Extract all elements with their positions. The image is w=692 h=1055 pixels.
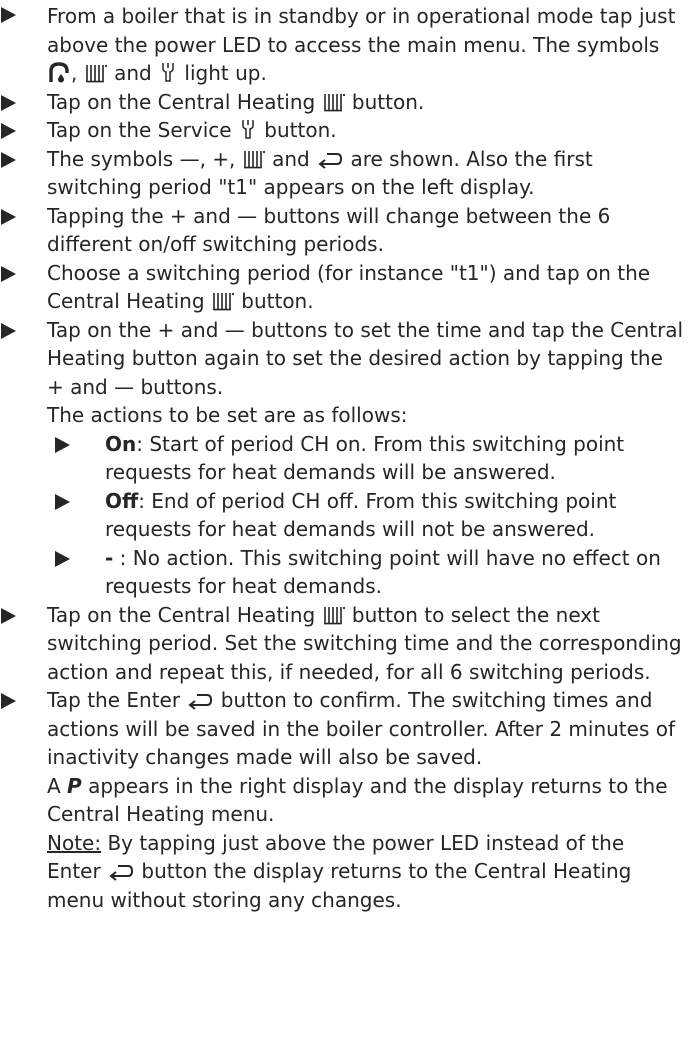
step-text: and: [63, 374, 115, 399]
bullet-arrow-icon: [55, 493, 70, 510]
step-text: button.: [345, 89, 425, 114]
instruction-steps: From a boiler that is in standby or in o…: [0, 0, 684, 914]
bullet-arrow-icon: [55, 550, 70, 567]
action-label: On: [105, 431, 137, 456]
action-text: : No action. This switching point will h…: [105, 545, 661, 599]
list-item: From a boiler that is in standby or in o…: [0, 0, 684, 88]
service-wrench-icon: [159, 61, 177, 83]
list-item: Tap on the Central Heating button to sel…: [0, 601, 684, 687]
list-item: Tap on the + and — buttons to set the ti…: [0, 316, 684, 601]
step-text: Tapping the: [47, 203, 171, 228]
plus-symbol: +: [212, 146, 230, 171]
list-item: Tap on the Central Heating button.: [0, 88, 684, 117]
actions-intro: The actions to be set are as follows:: [47, 403, 408, 427]
bullet-arrow-icon: [1, 94, 16, 111]
central-heating-icon: [323, 92, 345, 112]
note-text: button the display returns to the Centra…: [47, 859, 632, 912]
bullet-arrow-icon: [1, 265, 16, 282]
action-label: Off: [105, 488, 139, 513]
list-item: Tap the Enter button to confirm. The swi…: [0, 686, 684, 914]
step-text: Tap the Enter: [47, 688, 187, 712]
enter-return-icon: [108, 863, 134, 881]
step-text: ,: [71, 61, 84, 85]
bullet-arrow-icon: [1, 693, 16, 709]
list-item: Tapping the + and — buttons will change …: [0, 202, 684, 259]
tap-water-icon: [48, 61, 70, 83]
step-text: and: [265, 146, 317, 171]
minus-symbol: —: [224, 317, 245, 342]
enter-return-icon: [187, 692, 213, 710]
list-item: The symbols —, +, and are shown. Also th…: [0, 145, 684, 202]
instruction-document: From a boiler that is in standby or in o…: [0, 0, 692, 914]
central-heating-icon: [85, 63, 107, 83]
action-item: - : No action. This switching point will…: [47, 544, 684, 601]
step-text: button.: [234, 289, 314, 313]
step-text: ,: [229, 146, 242, 171]
action-item: On: Start of period CH on. From this swi…: [47, 430, 684, 487]
enter-return-icon: [317, 151, 343, 169]
step-text: Tap on the: [47, 317, 158, 342]
bullet-arrow-icon: [1, 151, 16, 168]
step-text: Choose a switching period (for instance …: [47, 260, 651, 314]
note-label: Note:: [47, 830, 102, 855]
step-text: Tap on the Service: [47, 118, 238, 142]
step-text: button.: [257, 118, 337, 142]
bullet-arrow-icon: [1, 607, 16, 624]
p-symbol: P: [67, 773, 82, 798]
bullet-arrow-icon: [1, 7, 16, 23]
minus-symbol: —: [237, 203, 258, 228]
central-heating-icon: [212, 291, 234, 311]
central-heating-icon: [243, 149, 265, 169]
minus-symbol: —: [114, 374, 135, 399]
actions-list: On: Start of period CH on. From this swi…: [47, 430, 684, 601]
plus-symbol: +: [157, 317, 175, 342]
step-text: buttons.: [134, 374, 224, 399]
step-text: Tap on the Central Heating: [47, 89, 322, 114]
central-heating-icon: [323, 605, 345, 625]
action-text: : Start of period CH on. From this switc…: [105, 431, 625, 485]
step-text: and: [186, 203, 238, 228]
step-text: light up.: [178, 61, 267, 85]
step-text: Tap on the Central Heating: [47, 602, 322, 627]
plus-symbol: +: [170, 203, 187, 228]
step-text: A: [47, 773, 68, 798]
bullet-arrow-icon: [1, 208, 16, 225]
step-text: From a boiler that is in standby or in o…: [47, 4, 676, 57]
step-text: The symbols: [47, 146, 180, 171]
step-text: and: [174, 317, 225, 342]
bullet-arrow-icon: [55, 436, 70, 453]
plus-symbol: +: [47, 374, 64, 399]
step-text: and: [107, 61, 159, 85]
action-item: Off: End of period CH off. From this swi…: [47, 487, 684, 544]
action-text: : End of period CH off. From this switch…: [105, 488, 617, 542]
step-text: ,: [199, 146, 213, 171]
bullet-arrow-icon: [1, 322, 16, 339]
minus-symbol: —: [179, 146, 200, 171]
list-item: Tap on the Service button.: [0, 116, 684, 145]
list-item: Choose a switching period (for instance …: [0, 259, 684, 316]
bullet-arrow-icon: [1, 123, 16, 139]
step-text: appears in the right display and the dis…: [47, 773, 668, 827]
service-wrench-icon: [239, 118, 257, 140]
